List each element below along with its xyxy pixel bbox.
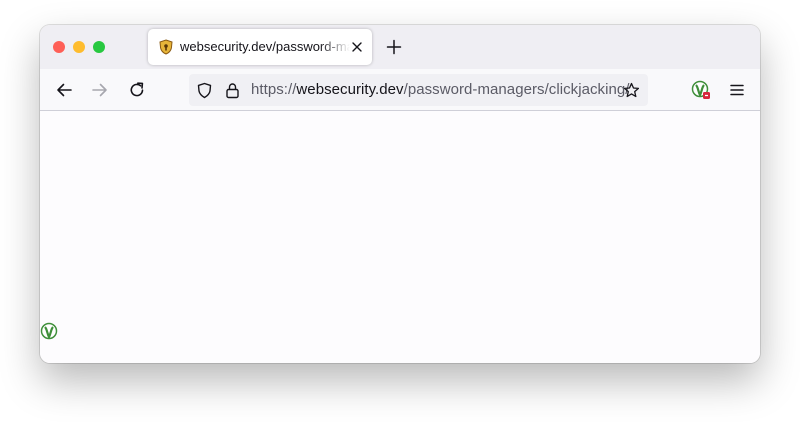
minimize-window-button[interactable] bbox=[73, 41, 85, 53]
browser-window: websecurity.dev/password-managers/clickj… bbox=[40, 25, 760, 363]
close-icon[interactable] bbox=[350, 40, 364, 54]
plus-icon[interactable] bbox=[386, 39, 402, 55]
password-manager-extension-icon[interactable] bbox=[691, 80, 711, 100]
url-path: /password-managers/clickjacking/ bbox=[403, 81, 630, 98]
lock-icon[interactable] bbox=[224, 82, 241, 99]
url-scheme: https:// bbox=[251, 81, 297, 98]
url-text: https://websecurity.dev/password-manager… bbox=[251, 81, 629, 98]
url-bar[interactable]: https://websecurity.dev/password-manager… bbox=[189, 74, 648, 106]
arrow-right-icon[interactable] bbox=[91, 81, 109, 99]
close-window-button[interactable] bbox=[53, 41, 65, 53]
reload-icon[interactable] bbox=[128, 81, 146, 99]
zoom-window-button[interactable] bbox=[93, 41, 105, 53]
password-manager-logo-icon[interactable] bbox=[40, 322, 58, 340]
tab-title: websecurity.dev/password-managers/clickj… bbox=[180, 39, 350, 54]
navigation-toolbar: https://websecurity.dev/password-manager… bbox=[40, 69, 760, 111]
shield-icon[interactable] bbox=[196, 82, 213, 99]
url-host: websecurity.dev bbox=[296, 81, 404, 98]
tab-strip: websecurity.dev/password-managers/clickj… bbox=[40, 25, 760, 69]
star-icon[interactable] bbox=[623, 82, 640, 99]
shield-favicon-icon bbox=[158, 39, 174, 55]
tab-active[interactable]: websecurity.dev/password-managers/clickj… bbox=[148, 29, 372, 65]
arrow-left-icon[interactable] bbox=[55, 81, 73, 99]
page-content bbox=[40, 111, 760, 363]
hamburger-menu-icon[interactable] bbox=[728, 81, 746, 99]
